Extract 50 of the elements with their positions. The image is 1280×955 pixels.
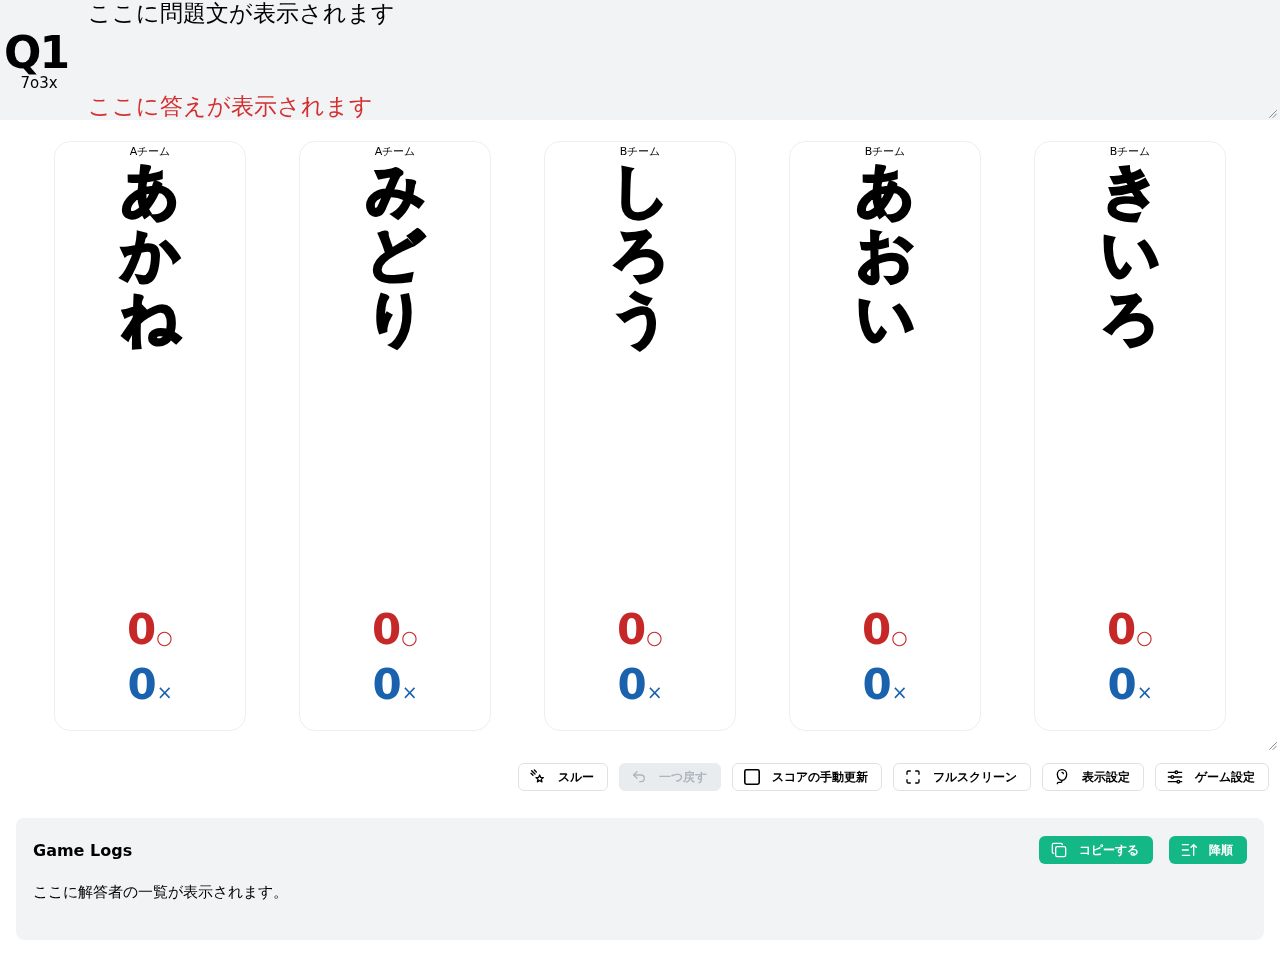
player-name: あおい <box>856 159 914 351</box>
correct-count: 0 <box>617 604 647 656</box>
cross-mark: × <box>1136 680 1153 704</box>
wrong-count: 0 <box>617 659 647 711</box>
toggle-button[interactable]: スコアの手動更新 <box>732 763 882 791</box>
resize-handle-icon[interactable] <box>1269 742 1277 750</box>
cross-mark: × <box>646 680 663 704</box>
cross-mark: × <box>401 680 418 704</box>
player-name: きいろ <box>1101 159 1159 351</box>
circle-mark: ○ <box>156 625 173 649</box>
player-name: しろう <box>611 159 669 351</box>
question-text: ここに問題文が表示されます <box>88 0 395 26</box>
cross-mark: × <box>156 680 173 704</box>
fullscreen-icon <box>905 769 921 785</box>
correct-count: 0 <box>1107 604 1137 656</box>
toolbar-button[interactable]: フルスクリーン <box>893 763 1031 791</box>
sort-ascending-icon <box>1181 842 1197 858</box>
toolbar-button[interactable]: ゲーム設定 <box>1155 763 1269 791</box>
team-label: Bチーム <box>864 145 906 159</box>
resize-handle-icon[interactable] <box>1269 110 1277 118</box>
team-label: Bチーム <box>1109 145 1151 159</box>
undo-arrow-icon <box>631 769 647 785</box>
circle-mark: ○ <box>1136 625 1153 649</box>
wrong-count: 0 <box>127 659 157 711</box>
answer-text: ここに答えが表示されます <box>88 92 374 120</box>
team-label: Aチーム <box>129 145 171 159</box>
panel-title: Game Logs <box>33 840 133 860</box>
cross-mark: × <box>891 680 908 704</box>
toolbar-button[interactable]: スルー <box>518 763 608 791</box>
circle-mark: ○ <box>891 625 908 649</box>
circle-mark: ○ <box>646 625 663 649</box>
correct-count: 0 <box>372 604 402 656</box>
team-label: Bチーム <box>619 145 661 159</box>
balloon-icon <box>1054 769 1070 785</box>
score-tally: 7o3x <box>20 74 58 92</box>
question-number: Q1 <box>4 32 68 74</box>
correct-count: 0 <box>127 604 157 656</box>
copy-icon <box>1051 842 1067 858</box>
sliders-icon <box>1167 769 1183 785</box>
wrong-count: 0 <box>1107 659 1137 711</box>
wrong-count: 0 <box>862 659 892 711</box>
circle-mark: ○ <box>401 625 418 649</box>
wrong-count: 0 <box>372 659 402 711</box>
player-name: みどり <box>366 159 424 351</box>
team-label: Aチーム <box>374 145 416 159</box>
correct-count: 0 <box>862 604 892 656</box>
shooting-star-icon <box>530 769 546 785</box>
toolbar-button[interactable]: 表示設定 <box>1042 763 1144 791</box>
empty-message: ここに解答者の一覧が表示されます。 <box>33 882 289 902</box>
player-name: あかね <box>121 159 179 351</box>
